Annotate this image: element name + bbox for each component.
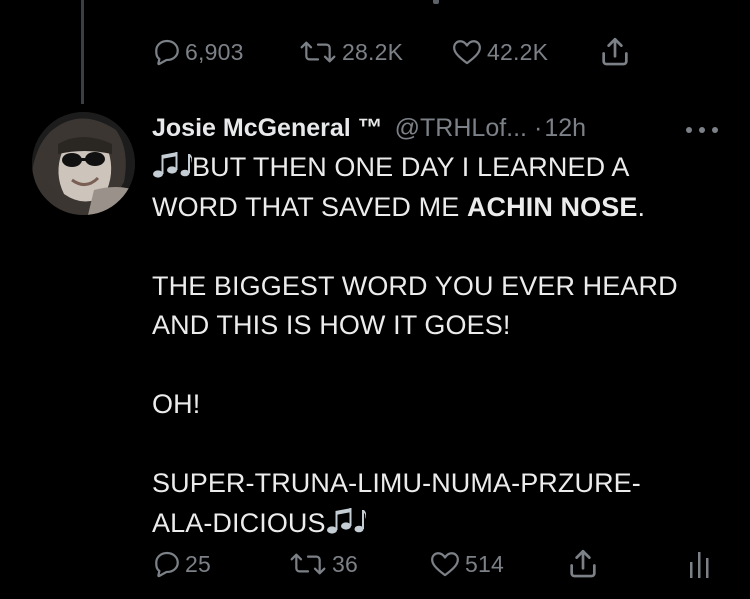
like-button[interactable]: 42.2K	[451, 32, 548, 72]
reply-icon	[153, 550, 181, 578]
tweet-line-1-text: BUT THEN ONE DAY I LEARNED A	[192, 152, 630, 182]
previous-tweet-actions: 6,903 28.2K 42.2K	[0, 32, 750, 72]
tweet-line-4: AND THIS IS HOW IT GOES!	[152, 310, 511, 340]
period: .	[637, 191, 646, 222]
music-notes-icon	[152, 149, 193, 191]
tweet-line-6: SUPER-TRUNA-LIMU-NUMA-PRZURE-	[152, 468, 641, 498]
tweet-line-1: BUT THEN ONE DAY I LEARNED A	[152, 148, 732, 188]
tweet-header: Josie McGeneral ™ @TRHLof... · 12h	[152, 108, 722, 148]
tweet-line-3: THE BIGGEST WORD YOU EVER HEARD	[152, 270, 678, 301]
analytics-icon	[688, 548, 712, 580]
share-button[interactable]	[598, 32, 632, 72]
more-icon	[686, 127, 718, 133]
retweet-button[interactable]: 28.2K	[298, 32, 403, 72]
separator-dot: ·	[534, 113, 543, 142]
display-name[interactable]: Josie McGeneral ™	[152, 114, 383, 143]
share-button[interactable]	[566, 544, 600, 584]
reply-count: 25	[185, 550, 211, 577]
user-handle[interactable]: @TRHLof...	[395, 114, 527, 143]
like-button[interactable]: 514	[429, 544, 504, 584]
avatar[interactable]	[32, 112, 135, 215]
heart-icon	[451, 38, 483, 66]
reply-button[interactable]: 6,903	[153, 32, 244, 72]
reply-count: 6,903	[185, 38, 244, 65]
tweet-text: BUT THEN ONE DAY I LEARNED A WORD THAT S…	[152, 148, 732, 543]
tweet-line-7: ALA-DICIOUS	[152, 504, 732, 544]
timestamp[interactable]: 12h	[544, 114, 586, 143]
retweet-count: 28.2K	[342, 38, 404, 65]
like-count: 42.2K	[487, 38, 549, 65]
avatar-photo	[32, 112, 135, 215]
tweet-actions: 25 36 514	[0, 544, 750, 584]
retweet-icon	[298, 38, 338, 66]
retweet-count: 36	[332, 550, 358, 577]
reply-icon	[153, 38, 181, 66]
more-options-button[interactable]	[684, 122, 720, 133]
analytics-button[interactable]	[688, 544, 712, 584]
retweet-button[interactable]: 36	[288, 544, 358, 584]
reply-button[interactable]: 25	[153, 544, 211, 584]
music-notes-icon	[326, 505, 366, 547]
tweet-line-2: WORD THAT SAVED ME ACHIN NOSE.	[152, 188, 732, 228]
tweet-line-5: OH!	[152, 389, 201, 419]
previous-tweet-edge	[433, 0, 439, 4]
share-icon	[598, 35, 632, 69]
like-count: 514	[465, 550, 504, 577]
retweet-icon	[288, 550, 328, 578]
share-icon	[566, 547, 600, 581]
tweet-line-2-text: WORD THAT SAVED ME	[152, 191, 467, 222]
tweet-line-7-text: ALA-DICIOUS	[152, 507, 326, 538]
bold-phrase: ACHIN NOSE	[466, 191, 638, 222]
heart-icon	[429, 550, 461, 578]
